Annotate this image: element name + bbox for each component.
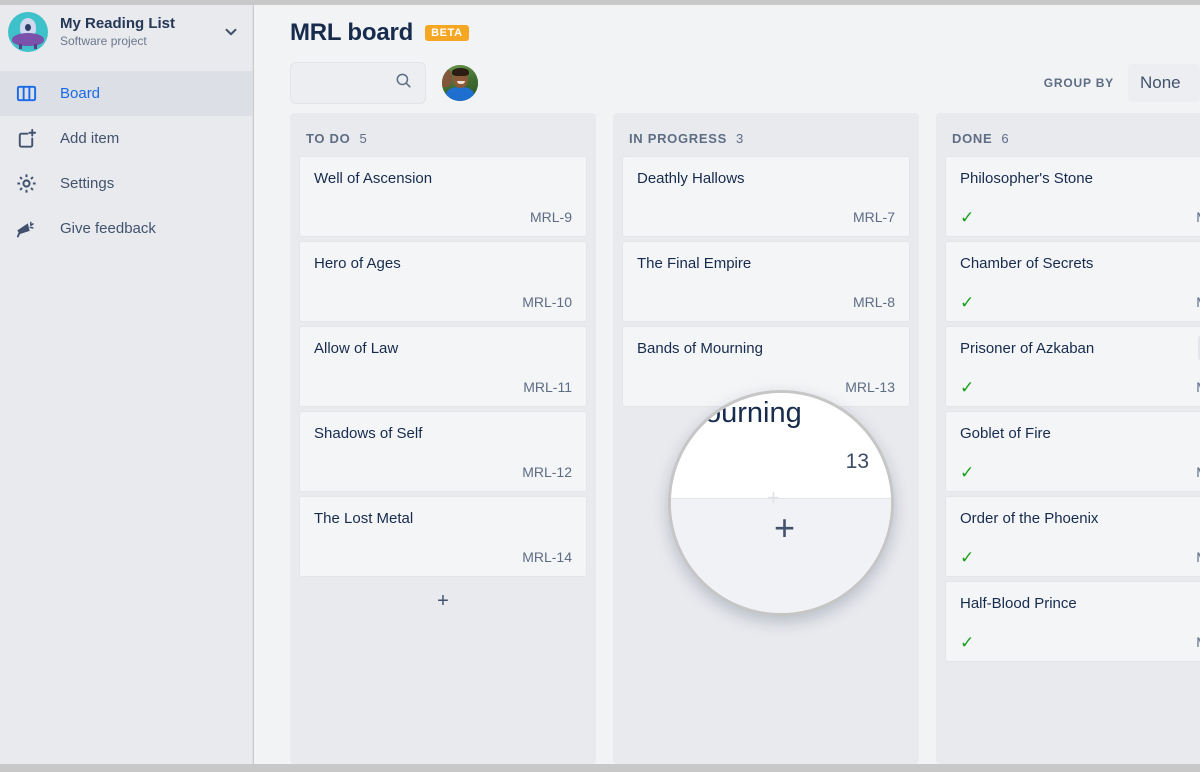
card-title: The Final Empire xyxy=(637,255,752,272)
beta-badge: BETA xyxy=(425,25,469,41)
card[interactable]: Prisoner of Azkaban ✓ MR xyxy=(945,326,1200,407)
card[interactable]: The Lost Metal MRL-14 xyxy=(299,496,587,577)
column-header: DONE 6 xyxy=(936,113,1200,156)
card-key: MRL-9 xyxy=(529,209,572,225)
card-key: MRL-10 xyxy=(522,294,572,310)
card-key: MR xyxy=(1196,379,1200,395)
ufo-avatar-icon xyxy=(8,12,48,52)
card-list: Well of Ascension MRL-9 Hero of Ages MRL… xyxy=(290,156,596,621)
card[interactable]: Order of the Phoenix ✓ MR xyxy=(945,496,1200,577)
card-key: MR xyxy=(1196,209,1200,225)
board-toolbar: GROUP BY None xyxy=(254,53,1200,113)
sidebar-item-board[interactable]: Board xyxy=(0,71,252,116)
sidebar-item-settings[interactable]: Settings xyxy=(0,161,252,206)
card-key: MRL-14 xyxy=(522,549,572,565)
card-key: MR xyxy=(1196,294,1200,310)
card-key: MRL-11 xyxy=(523,379,572,395)
done-check-icon: ✓ xyxy=(960,377,975,397)
card[interactable]: Goblet of Fire ✓ MR xyxy=(945,411,1200,492)
magnifier-lens: ourning 13 + + xyxy=(668,390,894,616)
card-title: Philosopher's Stone xyxy=(960,170,1093,187)
card-key: MR xyxy=(1196,634,1200,650)
sidebar-item-add-item[interactable]: Add item xyxy=(0,116,252,161)
column-header: TO DO 5 xyxy=(290,113,596,156)
board-header: MRL board BETA xyxy=(254,5,1200,53)
card-title: Hero of Ages xyxy=(314,255,401,272)
add-card-button[interactable]: + xyxy=(299,581,587,621)
done-check-icon: ✓ xyxy=(960,547,975,567)
card-list: Philosopher's Stone ✓ MR Chamber of Secr… xyxy=(936,156,1200,662)
card-key: MR xyxy=(1196,464,1200,480)
card-title: Allow of Law xyxy=(314,340,399,357)
card-title: Well of Ascension xyxy=(314,170,433,187)
search-icon xyxy=(394,71,413,95)
sidebar-item-give-feedback[interactable]: Give feedback xyxy=(0,206,252,251)
add-item-icon xyxy=(12,125,40,153)
card[interactable]: Philosopher's Stone ✓ MR xyxy=(945,156,1200,237)
card-title: Prisoner of Azkaban xyxy=(960,340,1095,357)
card-title: Goblet of Fire xyxy=(960,425,1051,442)
card-title: Deathly Hallows xyxy=(637,170,745,187)
column-name: IN PROGRESS xyxy=(629,131,727,146)
magnified-add-card-icon: + xyxy=(774,507,796,548)
search-input[interactable] xyxy=(291,75,394,91)
card[interactable]: Deathly Hallows MRL-7 xyxy=(622,156,910,237)
done-check-icon: ✓ xyxy=(960,462,975,482)
card-key: MRL-12 xyxy=(522,464,572,480)
sidebar-nav: Board Add item Settings Give feedback xyxy=(0,71,252,251)
card-title: Shadows of Self xyxy=(314,425,423,442)
card[interactable]: Allow of Law MRL-11 xyxy=(299,326,587,407)
magnifier-content: ourning 13 + + xyxy=(671,393,891,613)
main-content: MRL board BETA GROUP BY None TO DO 5 Wel… xyxy=(254,5,1200,764)
page-title: MRL board xyxy=(290,19,414,46)
done-check-icon: ✓ xyxy=(960,632,975,652)
column-count: 5 xyxy=(359,131,367,146)
card-title: The Lost Metal xyxy=(314,510,414,527)
project-name: My Reading List xyxy=(60,15,176,32)
group-by-control: GROUP BY None xyxy=(1044,53,1200,113)
column-header: IN PROGRESS 3 xyxy=(613,113,919,156)
card[interactable]: Shadows of Self MRL-12 xyxy=(299,411,587,492)
sidebar-item-label: Add item xyxy=(60,130,120,147)
project-subtitle: Software project xyxy=(60,34,147,48)
sidebar: My Reading List Software project Board A… xyxy=(0,5,253,764)
window-bottom-strip xyxy=(0,764,1200,772)
project-header[interactable]: My Reading List Software project xyxy=(0,5,252,59)
column-count: 3 xyxy=(736,131,744,146)
project-text: My Reading List Software project xyxy=(60,15,222,49)
megaphone-icon xyxy=(12,215,40,243)
column-name: DONE xyxy=(952,131,993,146)
group-by-label: GROUP BY xyxy=(1043,76,1114,90)
column-todo: TO DO 5 Well of Ascension MRL-9 Hero of … xyxy=(290,113,596,764)
card-title: Bands of Mourning xyxy=(637,340,763,357)
app-window: My Reading List Software project Board A… xyxy=(0,0,1200,772)
card-key: MRL-7 xyxy=(852,209,895,225)
done-check-icon: ✓ xyxy=(960,207,975,227)
sidebar-item-label: Board xyxy=(60,85,101,102)
sidebar-item-label: Settings xyxy=(60,175,115,192)
card-title: Half-Blood Prince xyxy=(960,595,1077,612)
card[interactable]: Hero of Ages MRL-10 xyxy=(299,241,587,322)
column-count: 6 xyxy=(1001,131,1009,146)
card-title: Order of the Phoenix xyxy=(960,510,1099,527)
group-by-select[interactable]: None xyxy=(1128,64,1200,102)
board-columns-icon xyxy=(12,80,40,108)
card[interactable]: The Final Empire MRL-8 xyxy=(622,241,910,322)
card[interactable]: Half-Blood Prince ✓ MR xyxy=(945,581,1200,662)
column-done: DONE 6 Philosopher's Stone ✓ MR Chamber … xyxy=(936,113,1200,764)
search-box[interactable] xyxy=(290,62,426,104)
user-avatar-photo[interactable] xyxy=(442,65,478,101)
magnified-card-key: 13 xyxy=(845,450,869,473)
card-key: MR xyxy=(1196,549,1200,565)
done-check-icon: ✓ xyxy=(960,292,975,312)
card[interactable]: Chamber of Secrets ✓ MR xyxy=(945,241,1200,322)
gear-icon xyxy=(12,170,40,198)
sidebar-item-label: Give feedback xyxy=(60,220,156,237)
column-name: TO DO xyxy=(306,131,351,146)
card[interactable]: Well of Ascension MRL-9 xyxy=(299,156,587,237)
card-key: MRL-8 xyxy=(852,294,895,310)
magnified-card-title: ourning xyxy=(705,397,802,429)
chevron-down-icon[interactable] xyxy=(222,23,240,41)
card-title: Chamber of Secrets xyxy=(960,255,1094,272)
